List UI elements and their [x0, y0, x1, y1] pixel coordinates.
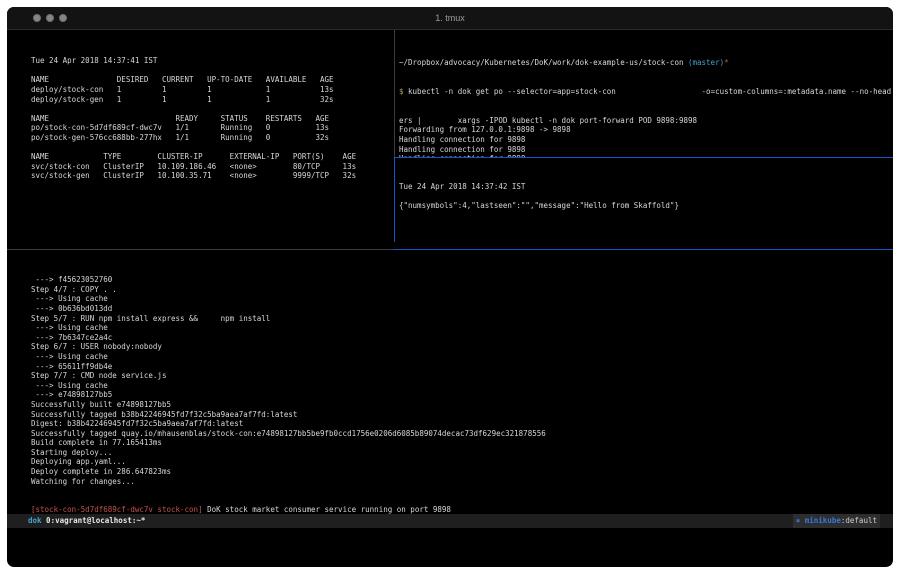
pod-log-line: [stock-con-5d7df689cf-dwc7v stock-con] D… [31, 505, 893, 514]
kubectl-watch-output: Tue 24 Apr 2018 14:37:41 IST NAME DESIRE… [31, 56, 394, 181]
titlebar[interactable]: 1. tmux [7, 7, 893, 30]
window-title: 1. tmux [7, 13, 893, 23]
pane-port-forward-shell[interactable]: ~/Dropbox/advocacy/Kubernetes/DoK/work/d… [395, 30, 893, 157]
curl-response-output: Tue 24 Apr 2018 14:37:42 IST {"numsymbol… [399, 182, 893, 211]
port-forward-output: ers | xargs -IPOD kubectl -n dok port-fo… [399, 116, 893, 157]
pane-curl-response[interactable]: Tue 24 Apr 2018 14:37:42 IST {"numsymbol… [395, 158, 893, 242]
pane-build-log[interactable]: ---> f45623052760 Step 4/7 : COPY . . --… [7, 250, 893, 514]
pane-divider-vertical-inactive [394, 30, 395, 157]
git-branch: (master) [688, 58, 724, 67]
pane-divider-vertical-active [394, 157, 395, 242]
session-name: dok [28, 514, 42, 528]
status-right: ⎈ minikube:default [793, 514, 880, 528]
shell-cwd-line: ~/Dropbox/advocacy/Kubernetes/DoK/work/d… [399, 58, 893, 68]
pane-divider-horizontal-active-bottom [394, 249, 893, 250]
pod-log-message: DoK stock market consumer service runnin… [203, 505, 451, 514]
status-left: dok 0:vagrant@localhost:~* [28, 514, 145, 528]
pane-divider-horizontal-inactive [7, 249, 394, 250]
pane-kubectl-watch[interactable]: Tue 24 Apr 2018 14:37:41 IST NAME DESIRE… [7, 30, 394, 242]
terminal-window: 1. tmux Tue 24 Apr 2018 14:37:41 IST NAM… [7, 7, 893, 567]
kube-context: minikube [800, 514, 841, 528]
window-label[interactable]: 0:vagrant@localhost:~* [42, 514, 146, 528]
kube-namespace: :default [841, 514, 877, 528]
shell-prompt: $ [399, 87, 408, 96]
shell-command-line: $ kubectl -n dok get po --selector=app=s… [399, 87, 893, 97]
port-forward-command: kubectl -n dok get po --selector=app=sto… [408, 87, 891, 96]
cwd-path: ~/Dropbox/advocacy/Kubernetes/DoK/work/d… [399, 58, 688, 67]
git-dirty-indicator: * [724, 58, 729, 67]
tmux-status-bar: dok 0:vagrant@localhost:~* ⎈ minikube:de… [7, 514, 893, 528]
pod-log-prefix: [stock-con-5d7df689cf-dwc7v stock-con] [31, 505, 203, 514]
pane-divider-horizontal-active-top [394, 157, 893, 158]
docker-build-output: ---> f45623052760 Step 4/7 : COPY . . --… [31, 275, 893, 486]
